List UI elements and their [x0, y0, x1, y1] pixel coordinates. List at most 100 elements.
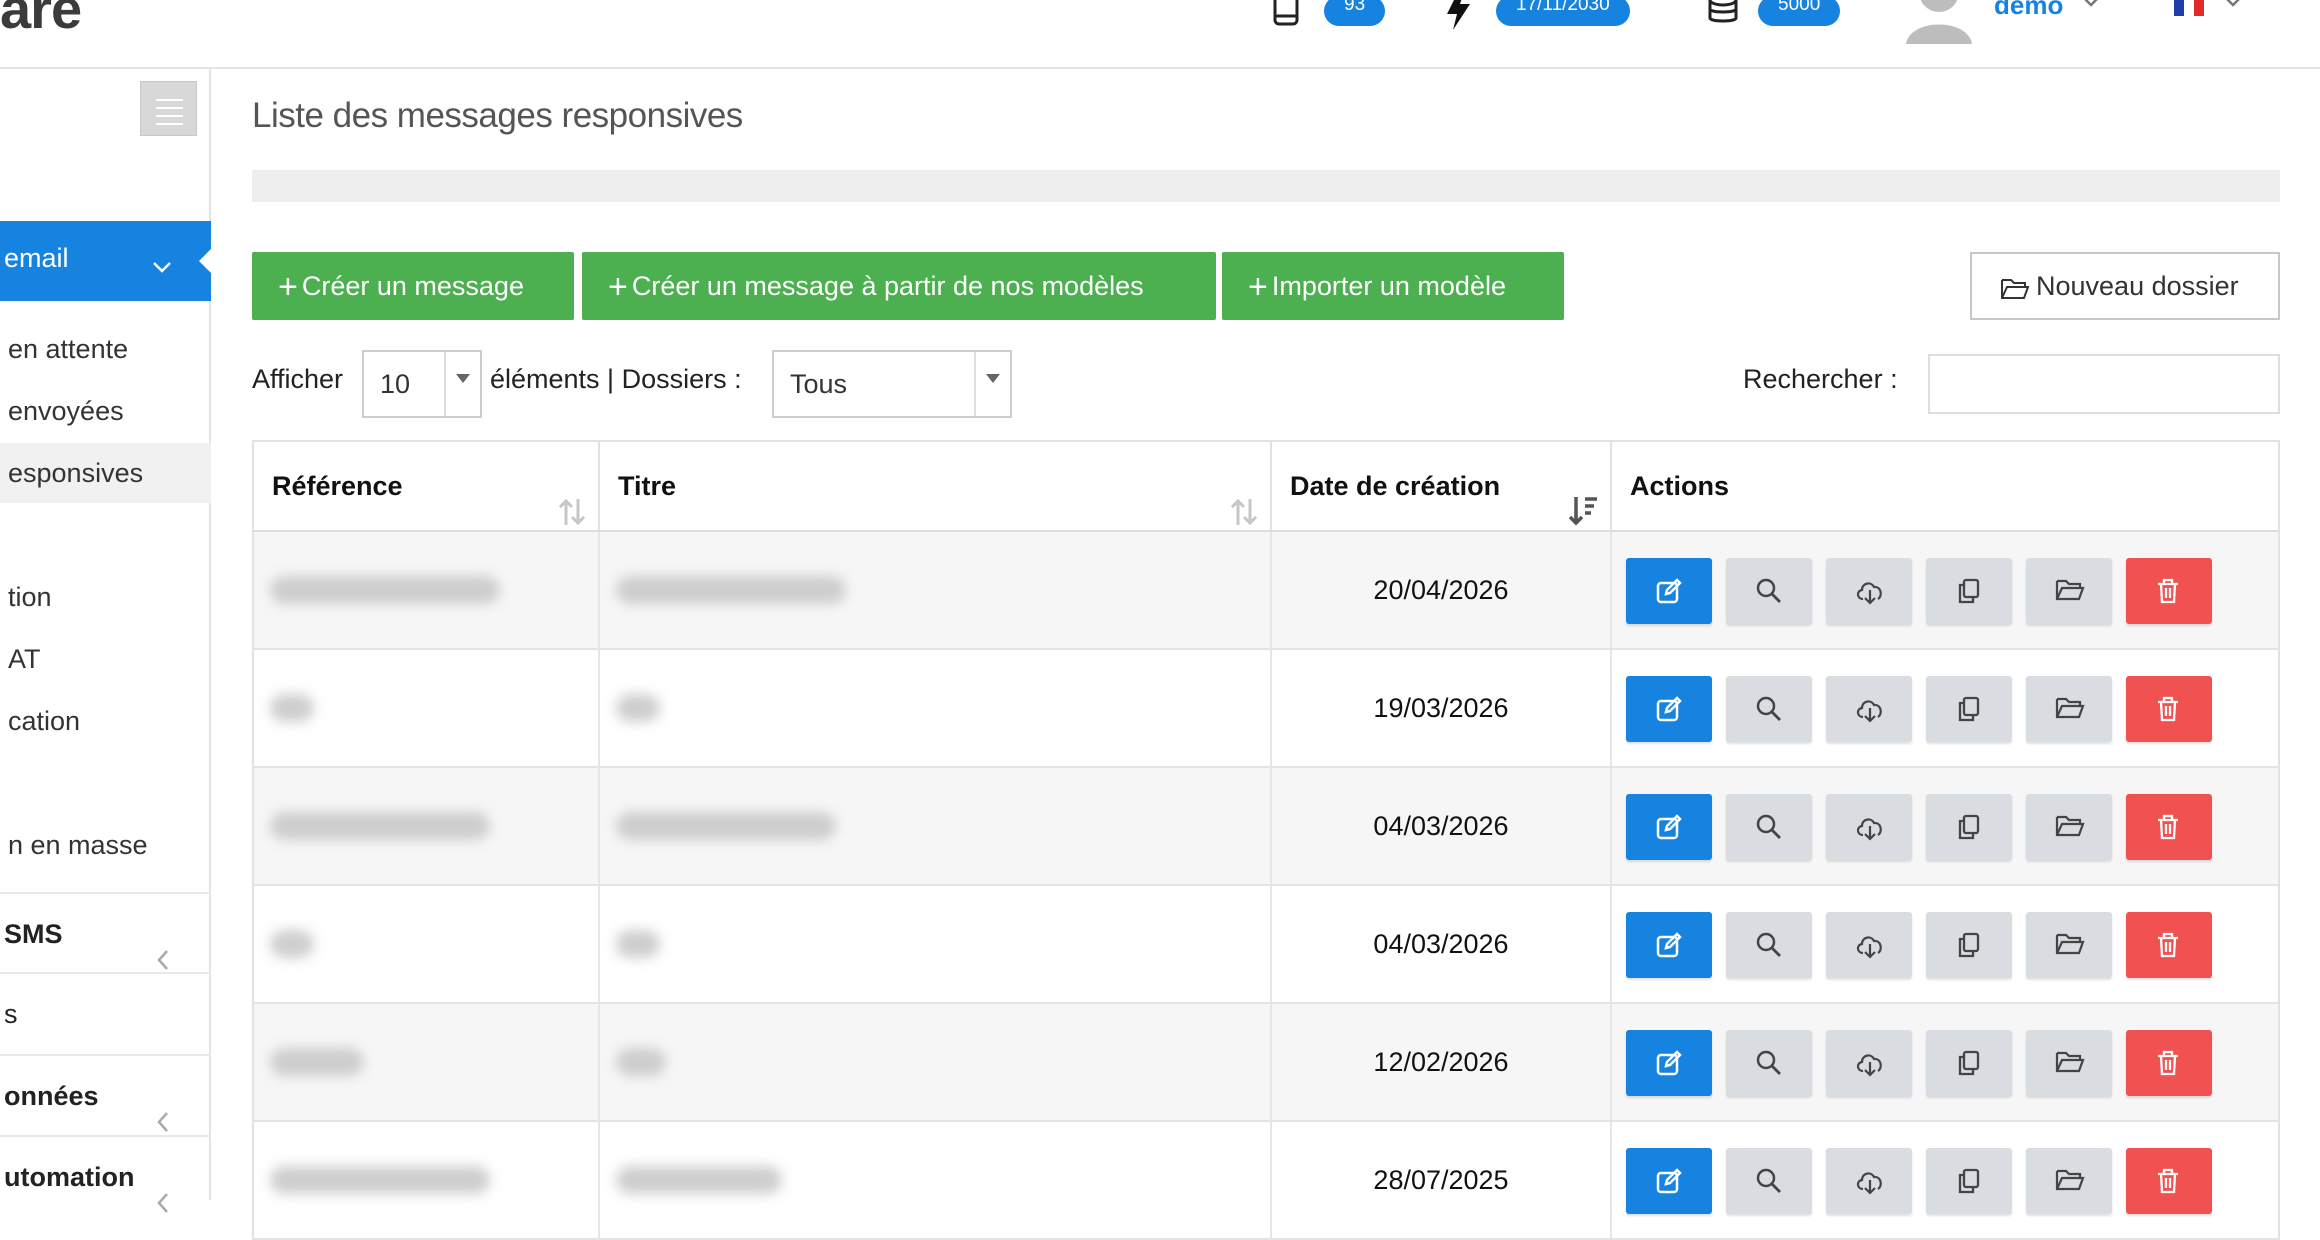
edit-button[interactable] — [1626, 676, 1712, 742]
sidebar-item-6[interactable]: cation — [0, 691, 211, 751]
duplicate-button[interactable] — [1926, 1030, 2012, 1096]
preview-button[interactable] — [1726, 558, 1812, 624]
title-cell — [600, 1122, 1272, 1238]
delete-button[interactable] — [2126, 794, 2212, 860]
download-button[interactable] — [1826, 558, 1912, 624]
preview-button[interactable] — [1726, 676, 1812, 742]
user-avatar[interactable] — [1904, 0, 1974, 44]
duplicate-button[interactable] — [1926, 794, 2012, 860]
date-cell: 12/02/2026 — [1272, 1004, 1612, 1120]
import-template-button[interactable]: + Importer un modèle — [1222, 252, 1564, 320]
active-pointer — [199, 247, 213, 275]
sidebar-section-automation[interactable]: utomation — [0, 1135, 211, 1215]
edit-button[interactable] — [1626, 912, 1712, 978]
move-to-folder-button[interactable] — [2026, 676, 2112, 742]
folder-select[interactable]: Tous — [772, 350, 1012, 418]
page-size-select[interactable]: 10 — [362, 350, 482, 418]
sidebar-item-bulk[interactable]: n en masse — [0, 815, 211, 875]
edit-button[interactable] — [1626, 558, 1712, 624]
sidebar-item-responsive[interactable]: esponsives — [0, 443, 211, 503]
download-button[interactable] — [1826, 1148, 1912, 1214]
sidebar-item-sent[interactable]: envoyées — [0, 381, 211, 441]
preview-button[interactable] — [1726, 912, 1812, 978]
chevron-down-icon[interactable] — [2080, 0, 2102, 13]
import-template-label: Importer un modèle — [1271, 271, 1506, 301]
date-cell: 04/03/2026 — [1272, 768, 1612, 884]
delete-button[interactable] — [2126, 676, 2212, 742]
elements-folders-label: éléments | Dossiers : — [490, 364, 742, 394]
menu-toggle-button[interactable] — [140, 81, 197, 136]
download-button[interactable] — [1826, 794, 1912, 860]
search-label: Rechercher : — [1743, 364, 1898, 394]
expiry-counter[interactable]: 17/11/2030 — [1444, 0, 1630, 30]
move-to-folder-button[interactable] — [2026, 1030, 2112, 1096]
chevron-left-icon — [156, 1084, 170, 1134]
creation-date: 20/04/2026 — [1373, 575, 1509, 605]
move-to-folder-button[interactable] — [2026, 1148, 2112, 1214]
preview-button[interactable] — [1726, 1030, 1812, 1096]
new-folder-label: Nouveau dossier — [2036, 271, 2239, 301]
column-header-title[interactable]: Titre — [600, 442, 1272, 530]
app-logo[interactable]: are — [0, 0, 82, 41]
page-size-value: 10 — [380, 369, 411, 399]
edit-button[interactable] — [1626, 794, 1712, 860]
table-row: 04/03/2026 — [254, 768, 2278, 886]
sidebar: email en attente envoyées esponsives tio… — [0, 69, 213, 1213]
edit-button[interactable] — [1626, 1148, 1712, 1214]
sidebar-item-pending[interactable]: en attente — [0, 319, 211, 379]
move-to-folder-button[interactable] — [2026, 794, 2112, 860]
duplicate-button[interactable] — [1926, 1148, 2012, 1214]
actions-cell — [1612, 886, 2280, 1002]
create-from-template-button[interactable]: + Créer un message à partir de nos modèle… — [582, 252, 1216, 320]
blurred-reference — [270, 930, 314, 958]
blurred-reference — [270, 694, 314, 722]
sidebar-item-5[interactable]: AT — [0, 629, 211, 689]
credits-badge: 5000 — [1758, 0, 1841, 26]
sidebar-section-data[interactable]: onnées — [0, 1054, 211, 1134]
move-to-folder-button[interactable] — [2026, 558, 2112, 624]
create-message-button[interactable]: + Créer un message — [252, 252, 574, 320]
delete-button[interactable] — [2126, 1030, 2212, 1096]
preview-button[interactable] — [1726, 1148, 1812, 1214]
download-button[interactable] — [1826, 676, 1912, 742]
language-chevron-down-icon[interactable] — [2222, 0, 2244, 13]
download-button[interactable] — [1826, 912, 1912, 978]
delete-button[interactable] — [2126, 912, 2212, 978]
phone-counter[interactable]: 93 — [1272, 0, 1386, 30]
date-cell: 28/07/2025 — [1272, 1122, 1612, 1238]
table-row: 20/04/2026 — [254, 532, 2278, 650]
language-flag-icon[interactable] — [2174, 0, 2204, 16]
sidebar-section-sms[interactable]: SMS — [0, 892, 211, 972]
preview-button[interactable] — [1726, 794, 1812, 860]
column-header-reference[interactable]: Référence — [254, 442, 600, 530]
folder-value: Tous — [790, 369, 848, 399]
sidebar-section-label: utomation — [4, 1162, 135, 1192]
title-cell — [600, 768, 1272, 884]
edit-button[interactable] — [1626, 1030, 1712, 1096]
duplicate-button[interactable] — [1926, 676, 2012, 742]
user-menu-name[interactable]: demo — [1994, 0, 2063, 21]
delete-button[interactable] — [2126, 1148, 2212, 1214]
blurred-title — [616, 812, 836, 840]
delete-button[interactable] — [2126, 558, 2212, 624]
date-cell: 04/03/2026 — [1272, 886, 1612, 1002]
sidebar-section-email[interactable]: email — [0, 221, 213, 301]
sidebar-item-4[interactable]: tion — [0, 567, 211, 627]
search-input[interactable] — [1928, 354, 2280, 414]
page-title-divider — [252, 170, 2280, 202]
column-header-created[interactable]: Date de création — [1272, 442, 1612, 530]
download-button[interactable] — [1826, 1030, 1912, 1096]
create-message-label: Créer un message — [301, 271, 524, 301]
credits-counter[interactable]: 5000 — [1706, 0, 1841, 30]
reference-cell — [254, 886, 600, 1002]
duplicate-button[interactable] — [1926, 558, 2012, 624]
duplicate-button[interactable] — [1926, 912, 2012, 978]
title-cell — [600, 886, 1272, 1002]
sidebar-section-2[interactable]: s — [0, 972, 211, 1054]
move-to-folder-button[interactable] — [2026, 912, 2112, 978]
new-folder-button[interactable]: Nouveau dossier — [1970, 252, 2280, 320]
blurred-reference — [270, 1048, 364, 1076]
blurred-reference — [270, 576, 500, 604]
page-title: Liste des messages responsives — [252, 96, 743, 135]
date-cell: 20/04/2026 — [1272, 532, 1612, 648]
